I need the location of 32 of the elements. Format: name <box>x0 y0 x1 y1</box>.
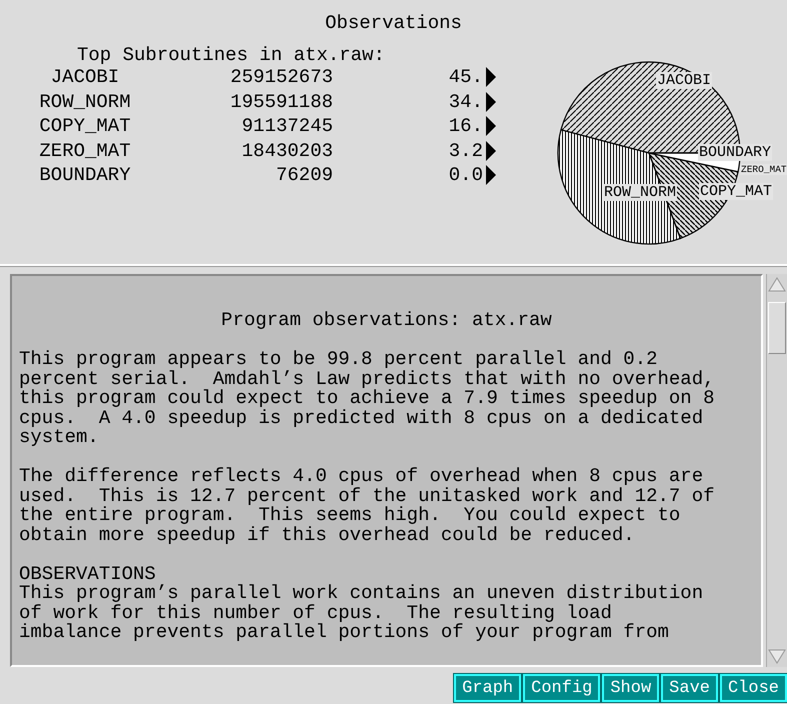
slice-label: BOUNDARY <box>698 144 772 161</box>
subroutine-name: BOUNDARY <box>38 164 132 186</box>
slice-label: ROW_NORM <box>603 184 678 201</box>
subroutine-name: ZERO_MAT <box>38 140 132 162</box>
section-heading: OBSERVATIONS <box>19 564 156 584</box>
slice-label: COPY_MAT <box>699 183 774 200</box>
table-heading: Top Subroutines in atx.raw: <box>77 44 385 66</box>
slice-label: ZERO_MAT <box>740 164 787 175</box>
report-paragraph: The difference reflects 4.0 cpus of overhead when 8 cpus are used. This is 12.7 percent of the unitasked work and 12.7 of the entire program. This seems high. You could expect to obtain more speedup if this overhead could be reduced. <box>19 467 716 545</box>
action-button[interactable]: Close <box>720 674 787 702</box>
percent-value: 16. <box>448 115 483 138</box>
action-button[interactable]: Save <box>661 674 718 702</box>
percent-value: 0.0 <box>448 164 483 186</box>
report-title: Program observations: atx.raw <box>221 311 552 330</box>
report-paragraph: This program appears to be 99.8 percent parallel and 0.2 percent serial. Amdahl’s Law predicts that with no overhead, this program could expect to achieve a 7.9 times speedup on 8 cpus. A 4.0 speedup is predicted with 8 cpus on a dedicated system. <box>19 350 716 448</box>
action-button[interactable]: Show <box>602 674 660 702</box>
report-paragraph: This program’s parallel work contains an uneven distribution of work for this number of cpus. The resulting load imbalance prevents parallel portions of your program from <box>19 584 704 642</box>
slice-label: JACOBI <box>656 72 712 89</box>
sample-count: 91137245 <box>242 115 333 138</box>
window-title: Observations <box>325 12 462 34</box>
sample-count: 195591188 <box>230 90 333 113</box>
percent-value: 3.2 <box>448 140 483 162</box>
subroutine-name: ROW_NORM <box>38 90 132 113</box>
subroutine-name: JACOBI <box>50 66 120 88</box>
sample-count: 76209 <box>276 164 333 186</box>
action-button[interactable]: Config <box>523 674 600 702</box>
subroutine-name: COPY_MAT <box>38 115 132 138</box>
percent-value: 34. <box>448 90 483 113</box>
percent-value: 45. <box>448 66 483 88</box>
sample-count: 18430203 <box>242 140 333 162</box>
sample-count: 259152673 <box>230 66 333 88</box>
action-button[interactable]: Graph <box>454 674 522 702</box>
